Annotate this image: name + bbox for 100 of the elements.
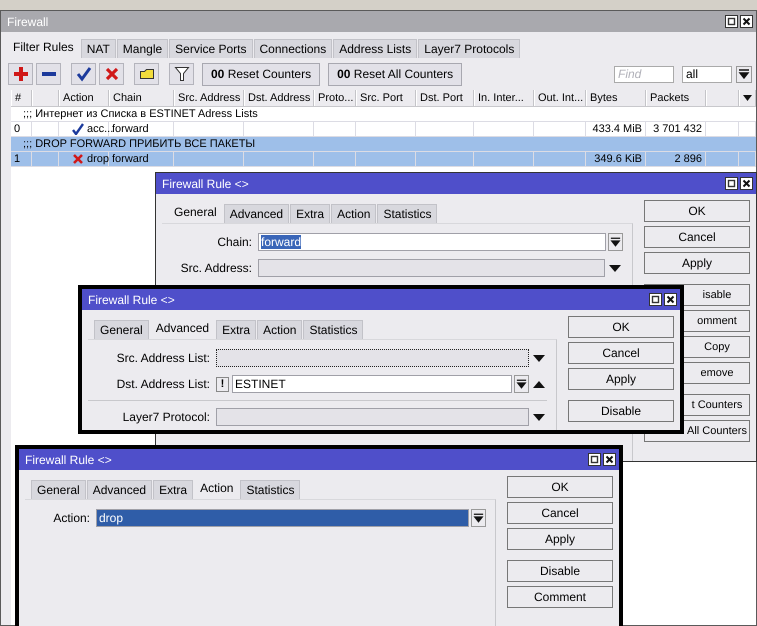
close-icon[interactable] — [664, 293, 677, 306]
reset-button[interactable]: 00 Reset Counters — [202, 62, 320, 86]
dialog-button[interactable]: Apply — [507, 528, 613, 550]
dialog-button[interactable]: Disable — [568, 400, 674, 422]
column-header[interactable]: Packets — [646, 90, 706, 106]
input-field[interactable]: ESTINET — [232, 375, 512, 393]
dialog-button[interactable]: Cancel — [644, 226, 750, 248]
tab[interactable]: Advanced — [86, 480, 152, 499]
maximize-icon[interactable] — [649, 293, 662, 306]
tab[interactable]: Extra — [290, 204, 330, 223]
tab[interactable]: Address Lists — [333, 39, 418, 58]
maximize-icon[interactable] — [725, 177, 738, 190]
close-icon[interactable] — [740, 177, 753, 190]
column-header[interactable]: Dst. Address — [244, 90, 314, 106]
field-label: Src. Address: — [180, 261, 253, 275]
tab[interactable]: NAT — [80, 39, 116, 58]
table-cell: 433.4 MiB — [586, 122, 646, 136]
caret-icon — [515, 377, 528, 391]
column-header[interactable]: In. Inter... — [474, 90, 534, 106]
caret-icon — [737, 67, 751, 81]
comment-text: ;;; DROP FORWARD ПРИБИТЬ ВСЕ ПАКЕТЫ — [22, 138, 256, 150]
table-cell: 3 701 432 — [646, 122, 706, 136]
window-title: Firewall Rule <> — [88, 292, 176, 306]
tab[interactable]: General — [94, 320, 149, 339]
column-header[interactable]: Src. Address — [174, 90, 244, 106]
dropdown-button[interactable] — [471, 509, 486, 527]
table-cell: 2 896 — [646, 152, 706, 166]
tab[interactable]: Statistics — [240, 480, 300, 499]
dialog-button[interactable]: Cancel — [568, 342, 674, 364]
dropdown-button[interactable] — [736, 66, 752, 82]
table-row[interactable]: 1 drop forward 349.6 KiB 2 896 — [11, 152, 756, 167]
input-field[interactable] — [216, 408, 529, 426]
disable-button[interactable] — [99, 63, 124, 85]
field-label: Dst. Address List: — [116, 377, 211, 391]
input-field[interactable] — [258, 259, 605, 277]
tab[interactable]: Action — [331, 204, 376, 223]
tab[interactable]: Advanced — [224, 204, 290, 223]
filter-button[interactable] — [169, 63, 194, 85]
tab[interactable]: Layer7 Protocols — [418, 39, 520, 58]
reset-button[interactable]: 00 Reset All Counters — [328, 62, 462, 86]
dialog-button[interactable]: Apply — [644, 252, 750, 274]
dialog-button[interactable]: Disable — [507, 560, 613, 582]
dialog-button[interactable]: OK — [568, 316, 674, 338]
table-cell: forward — [109, 152, 174, 166]
input-field[interactable] — [216, 349, 529, 367]
dropdown-button[interactable] — [608, 233, 623, 251]
caret-up-icon[interactable] — [531, 379, 547, 389]
dialog-button[interactable]: Cancel — [507, 502, 613, 524]
caret-icon — [609, 235, 622, 249]
input-field[interactable]: drop — [96, 509, 469, 527]
table-row[interactable]: ;;; DROP FORWARD ПРИБИТЬ ВСЕ ПАКЕТЫ — [11, 137, 756, 152]
tab[interactable]: Mangle — [116, 39, 168, 58]
dialog-button[interactable]: Apply — [568, 368, 674, 390]
search-field[interactable]: Find — [614, 66, 674, 82]
field-label: Chain: — [216, 235, 253, 249]
tab[interactable]: Statistics — [377, 204, 438, 223]
window-title: Firewall Rule <> — [25, 452, 113, 466]
tab[interactable]: Service Ports — [169, 39, 253, 58]
window-title: Firewall — [7, 14, 50, 28]
table-cell: 349.6 KiB — [586, 152, 646, 166]
field-label: Action: — [52, 511, 91, 525]
column-header[interactable]: Action — [59, 90, 109, 106]
dialog-button[interactable]: OK — [644, 200, 750, 222]
enable-button[interactable] — [71, 63, 96, 85]
caret-icon[interactable] — [743, 95, 752, 101]
tab[interactable]: Action — [257, 320, 302, 339]
column-header[interactable]: Proto... — [314, 90, 356, 106]
negate-toggle[interactable]: ! — [216, 376, 229, 392]
maximize-icon[interactable] — [588, 453, 601, 466]
remove-button[interactable] — [36, 63, 61, 85]
tab[interactable]: Statistics — [303, 320, 364, 339]
column-header[interactable] — [739, 90, 756, 106]
filter-select[interactable]: all — [682, 66, 732, 82]
column-header[interactable]: # — [11, 90, 32, 106]
column-header[interactable]: Out. Int... — [534, 90, 586, 106]
tab[interactable]: Extra — [216, 320, 256, 339]
column-header[interactable]: Bytes — [586, 90, 646, 106]
column-header[interactable]: Dst. Port — [416, 90, 474, 106]
maximize-icon[interactable] — [725, 15, 738, 28]
caret-icon — [472, 511, 485, 525]
checkmark-icon — [76, 66, 92, 82]
table-cell: drop — [87, 153, 110, 165]
input-field[interactable]: forward — [258, 233, 606, 251]
caret-icon[interactable] — [531, 412, 547, 422]
tab[interactable]: General — [31, 480, 86, 499]
comment-button[interactable] — [134, 63, 159, 85]
dropdown-button[interactable] — [514, 375, 529, 393]
table-row[interactable]: ;;; Интернет из Списка в ESTINET Adress Lists — [11, 107, 756, 122]
column-header[interactable]: Chain — [109, 90, 174, 106]
caret-icon[interactable] — [531, 353, 547, 363]
caret-icon[interactable] — [607, 263, 623, 273]
column-header[interactable]: Src. Port — [356, 90, 416, 106]
add-button[interactable] — [8, 63, 33, 85]
close-icon[interactable] — [603, 453, 616, 466]
tab[interactable]: Connections — [254, 39, 332, 58]
note-icon — [138, 66, 154, 82]
dialog-button[interactable]: OK — [507, 476, 613, 498]
close-icon[interactable] — [740, 15, 753, 28]
tab[interactable]: Extra — [153, 480, 194, 499]
dialog-button[interactable]: Comment — [507, 586, 613, 608]
